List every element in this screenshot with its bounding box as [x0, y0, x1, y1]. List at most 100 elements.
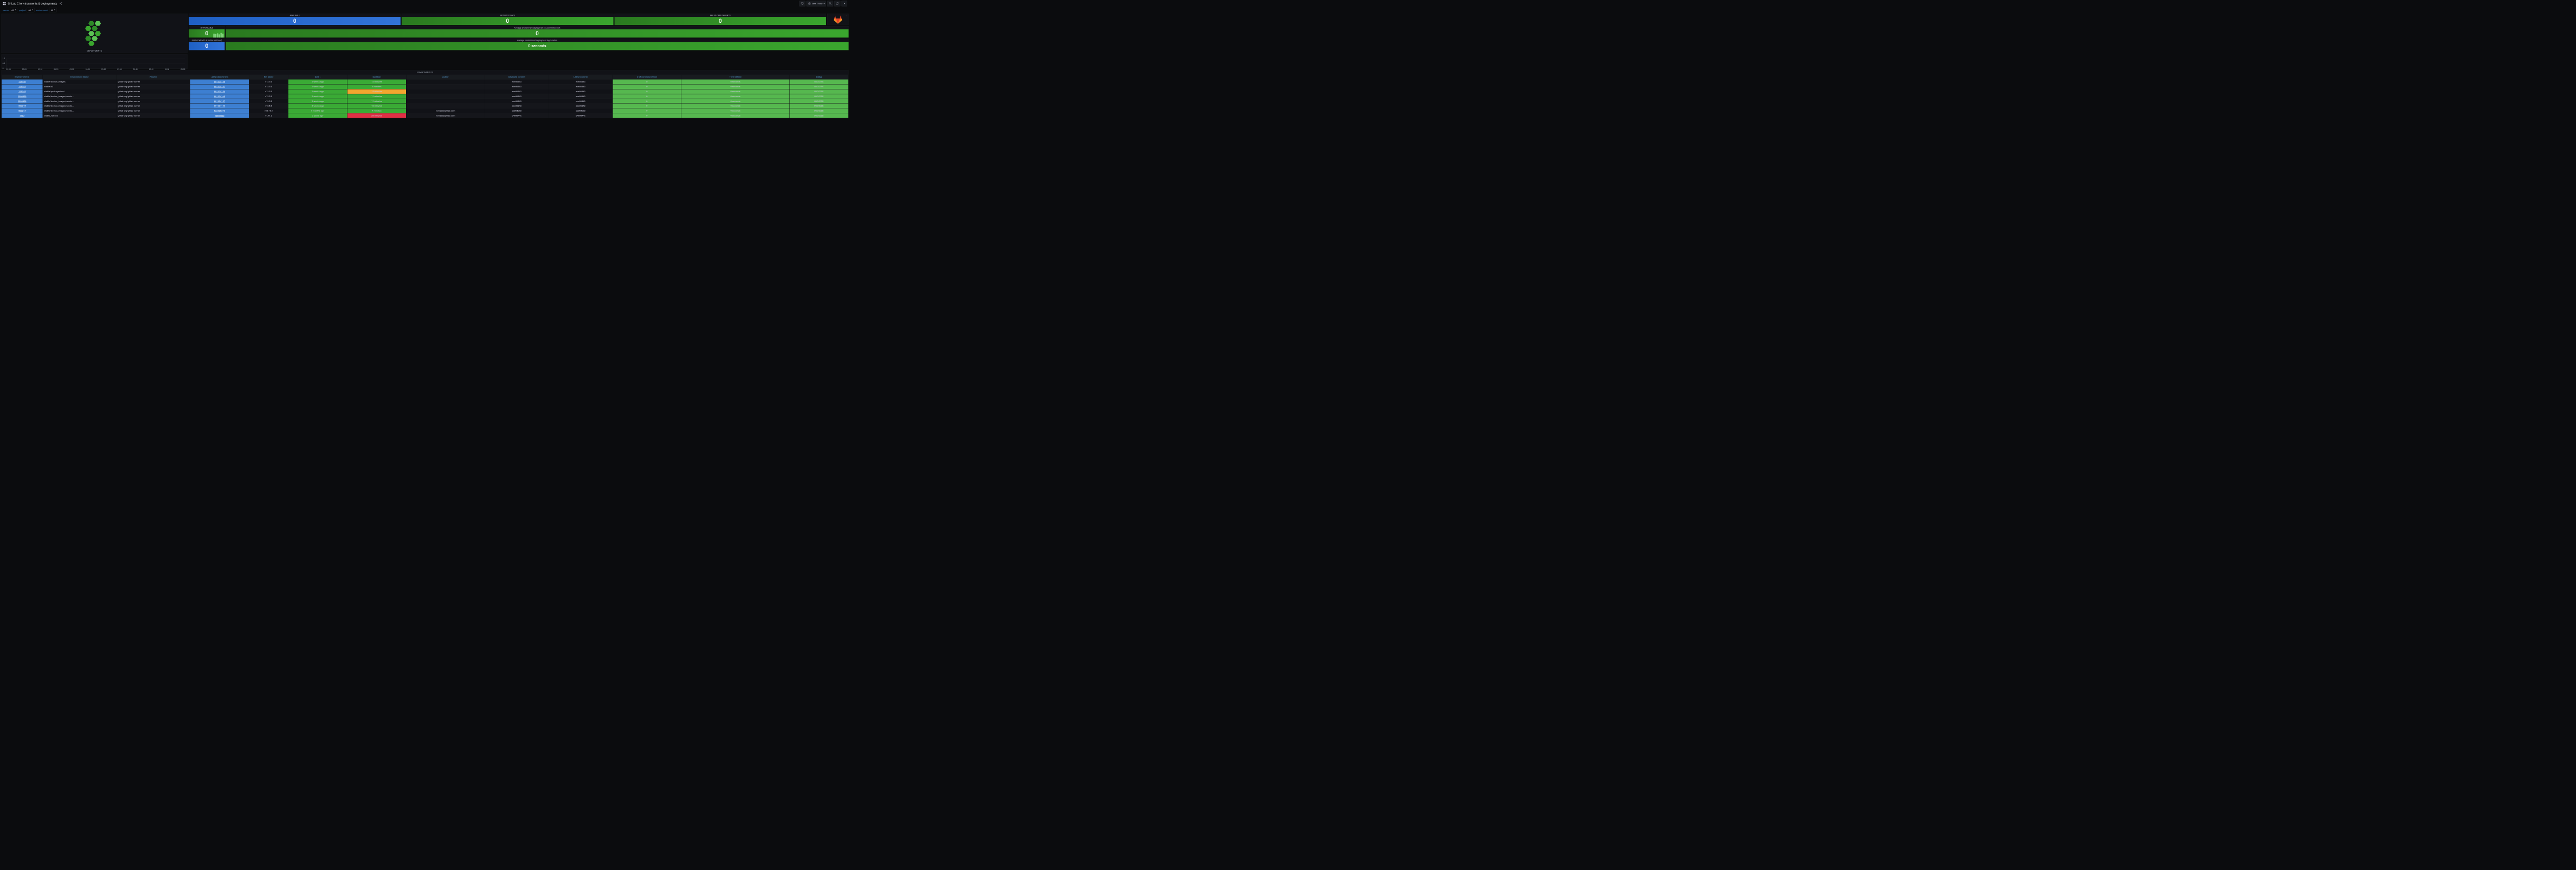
refresh-button[interactable] [834, 1, 840, 7]
environments-panel: ENVIRONMENTS Environment IDEnvironment N… [2, 70, 849, 118]
table-cell: ece86343 [485, 99, 549, 104]
refresh-interval-picker[interactable]: ▾ [841, 1, 847, 7]
time-range-picker[interactable]: Last 1 hour ▾ [806, 1, 826, 7]
table-cell: 0 [613, 94, 681, 99]
table-cell: gitlab-org/gitlab-runner [117, 89, 190, 94]
table-column-header[interactable]: Environment Name [43, 75, 117, 80]
table-cell: gitlab-org/gitlab-runner [117, 79, 190, 84]
table-cell: SUCCESS [789, 104, 848, 108]
table-cell: 0 seconds [681, 84, 789, 89]
stat-lag-commits[interactable]: Average environment deployment lag commi… [226, 26, 848, 37]
var-environment-select[interactable]: All▾ [49, 8, 57, 12]
table-cell: SUCCESS [789, 113, 848, 118]
stat-lag-duration[interactable]: Average environment deployment lag durat… [226, 39, 848, 50]
table-row[interactable]: 602214stable/docker_images/windo...gitla… [2, 108, 848, 113]
table-cell: 13652662 [190, 113, 249, 118]
table-cell: 2008458 [2, 99, 43, 104]
table-cell: 3 years ago [288, 113, 347, 118]
table-cell: v13.5.0 [249, 79, 288, 84]
stat-failed-deployments[interactable]: FAILED DEPLOYMENTS 0 [614, 14, 826, 25]
var-environment-label: environment [36, 9, 48, 11]
tv-mode-button[interactable] [799, 1, 805, 7]
var-owner-select[interactable]: All▾ [10, 8, 17, 12]
table-row[interactable]: 128144stable/s3gitlab-org/gitlab-runner8… [2, 84, 848, 89]
table-cell: 0 seconds [681, 79, 789, 84]
table-cell: 801324154 [190, 89, 249, 94]
table-cell: 15 minutes [347, 89, 407, 94]
table-cell: stable/s3 [43, 84, 117, 89]
table-column-header[interactable]: Duration [347, 75, 407, 80]
table-cell: 801324155 [190, 79, 249, 84]
table-cell: 0 [613, 84, 681, 89]
table-column-header[interactable]: Project [117, 75, 190, 80]
dashboard-header: GitLab CI environments & deployments Las… [0, 0, 850, 7]
table-cell: 2 weeks ago [288, 89, 347, 94]
table-cell: 602214 [2, 108, 43, 113]
table-cell: 2008459 [2, 94, 43, 99]
table-cell: ece86343 [485, 104, 549, 108]
stat-deploy-count[interactable]: DEPLOYMENTS # (in the last hour) 0 [189, 39, 224, 50]
table-cell: gitlab-org/gitlab-runner [117, 99, 190, 104]
table-cell: ece86343 [549, 79, 613, 84]
table-column-header[interactable]: Ref Name [249, 75, 288, 80]
table-cell: v13.5.0 [249, 94, 288, 99]
table-cell [406, 89, 485, 94]
table-cell [406, 104, 485, 108]
table-cell: 0489844c [549, 113, 613, 118]
table-row[interactable]: 1107stable_releasegitlab-org/gitlab-runn… [2, 113, 848, 118]
stat-not-up-to-date[interactable]: NOT UP TO DATE 0 [402, 14, 613, 25]
table-cell: 0 seconds [681, 104, 789, 108]
table-cell: stable/packagecloud [43, 89, 117, 94]
hex-cluster-image [83, 21, 105, 46]
table-cell: ce065b93 [485, 108, 549, 113]
table-column-header[interactable]: Date ↓ [288, 75, 347, 80]
table-cell: 128146 [2, 79, 43, 84]
table-cell: 6 months ago [288, 108, 347, 113]
table-row[interactable]: 128145stable/packagecloudgitlab-org/gitl… [2, 89, 848, 94]
table-cell: stable/docker_images/windo... [43, 99, 117, 104]
deployments-chart[interactable]: 1.0 0.5 0 09:0009:0509:1009:1509:2009:25… [2, 54, 188, 68]
table-column-header[interactable]: Deployed commit [485, 75, 549, 80]
table-column-header[interactable]: Latest commit [549, 75, 613, 80]
table-cell: ece86343 [485, 89, 549, 94]
table-cell: ce065b93 [549, 108, 613, 113]
table-cell [406, 79, 485, 84]
table-cell: gitlab-org/gitlab-runner [117, 84, 190, 89]
table-cell: stable/docker_images/windo... [43, 104, 117, 108]
table-cell: 1107 [2, 113, 43, 118]
stat-unavailable[interactable]: UNAVAILABLE 0 [189, 26, 224, 37]
table-cell: 2 weeks ago [288, 104, 347, 108]
table-row[interactable]: 2008458stable/docker_images/windo...gitl… [2, 99, 848, 104]
gitlab-icon [833, 14, 843, 24]
stat-available[interactable]: AVAILABLE 0 [189, 14, 400, 25]
table-cell: v13.5.0 [249, 99, 288, 104]
table-column-header[interactable]: Latest deployment [190, 75, 249, 80]
table-cell: ece86343 [485, 94, 549, 99]
table-cell: v13.5.0 [249, 104, 288, 108]
share-icon[interactable] [59, 2, 62, 5]
table-column-header[interactable]: Status [789, 75, 848, 80]
chevron-down-icon: ▾ [823, 3, 824, 4]
table-cell: 2 weeks ago [288, 79, 347, 84]
table-cell [406, 94, 485, 99]
table-cell: ece86343 [549, 89, 613, 94]
table-cell: 602215 [2, 104, 43, 108]
table-cell: 128145 [2, 89, 43, 94]
table-cell: stable/docker_images/windo... [43, 94, 117, 99]
table-cell: 0 [613, 108, 681, 113]
table-row[interactable]: 602215stable/docker_images/windo...gitla… [2, 104, 848, 108]
table-row[interactable]: 2008459stable/docker_images/windo...gitl… [2, 94, 848, 99]
chevron-down-icon: ▾ [54, 9, 55, 11]
table-cell: SUCCESS [789, 89, 848, 94]
gitlab-logo-panel[interactable]: ⌄ [827, 14, 849, 25]
var-project-select[interactable]: All▾ [27, 8, 35, 12]
table-cell: gitlab-org/gitlab-runner [117, 108, 190, 113]
table-cell: v13.5.0 [249, 89, 288, 94]
zoom-out-button[interactable] [827, 1, 833, 7]
table-column-header[interactable]: # of commits behind [613, 75, 681, 80]
table-column-header[interactable]: Environment ID [2, 75, 43, 80]
table-cell: 13 minutes [347, 79, 407, 84]
table-row[interactable]: 128146stable/docker_imagesgitlab-org/git… [2, 79, 848, 84]
table-column-header[interactable]: Author [406, 75, 485, 80]
table-column-header[interactable]: Time behind [681, 75, 789, 80]
